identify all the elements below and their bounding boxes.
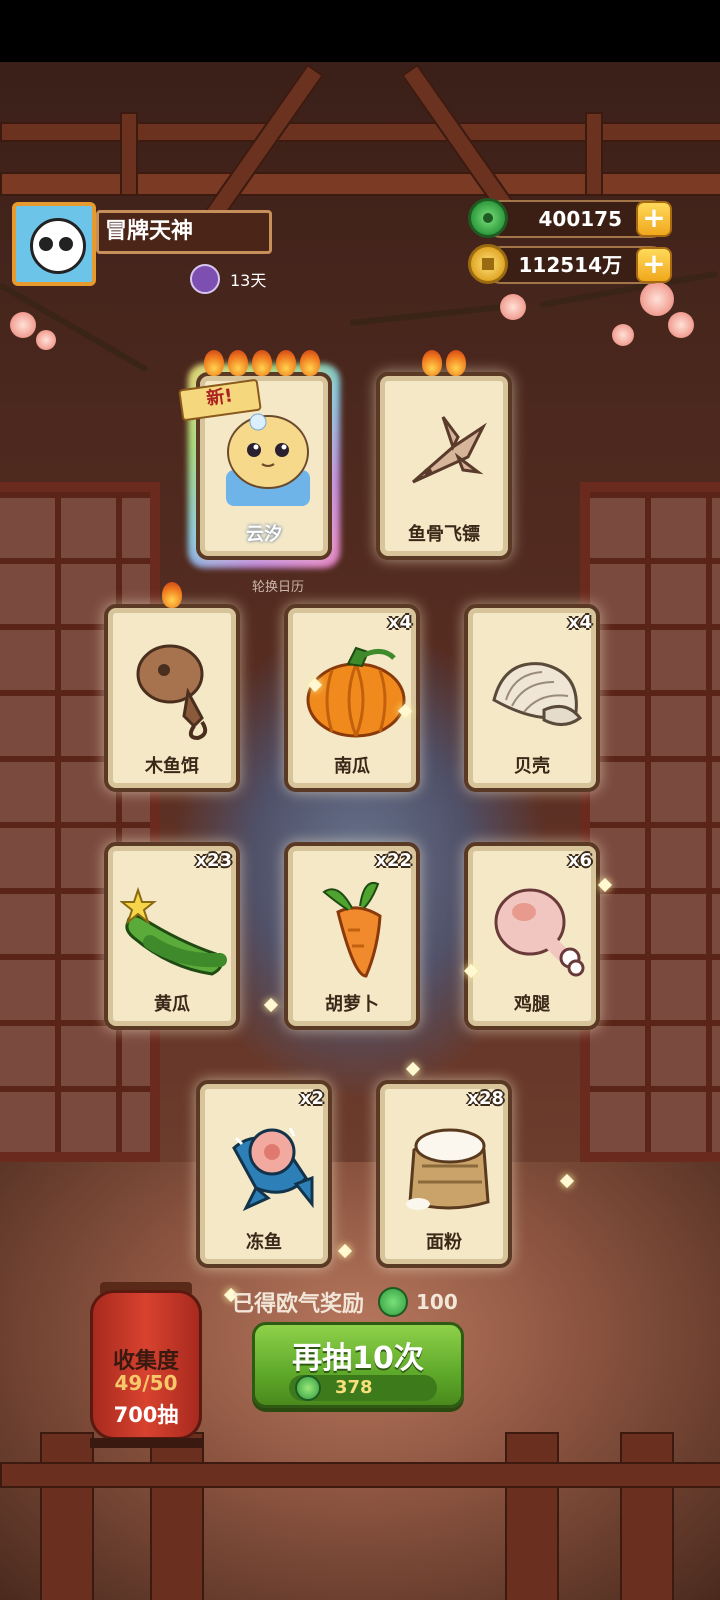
coin-icon (468, 244, 508, 284)
card-label: 南瓜 (334, 756, 370, 777)
flame-icon (252, 350, 272, 376)
card-fishbone-dart[interactable]: 鱼骨飞镖 (376, 350, 512, 560)
roof-strut (120, 112, 138, 196)
wooden-fish-bait-icon (136, 644, 208, 741)
flame-icon (162, 582, 182, 608)
card-pumpkin[interactable]: x4 南瓜 (284, 604, 420, 792)
card-label: 冻鱼 (246, 1232, 282, 1253)
card-count: x22 (375, 850, 412, 871)
lantern-stand (90, 1438, 202, 1448)
player-name: 冒牌天神 (96, 210, 272, 254)
collection-draws: 700抽 (113, 1403, 179, 1427)
card-wooden-fish-bait[interactable]: 木鱼饵 (104, 582, 240, 792)
blossom (10, 312, 36, 338)
login-days: 13天 (190, 264, 266, 294)
avatar-eye (59, 237, 73, 251)
card-count: x4 (567, 612, 592, 633)
days-text: 13天 (230, 271, 267, 290)
card-label: 黄瓜 (154, 994, 190, 1015)
reward-amount: 100 (416, 1290, 458, 1314)
card-count: x2 (299, 1088, 324, 1109)
chicken-leg-icon (494, 888, 585, 977)
flame-icon (422, 350, 442, 376)
card-carrot[interactable]: x22 胡萝卜 (284, 842, 420, 1030)
card-label: 云汐 (246, 524, 282, 545)
pumpkin-icon (306, 646, 406, 738)
avatar-face (30, 218, 86, 274)
blossom (36, 330, 56, 350)
collection-progress: 49/50 (114, 1371, 178, 1395)
cat-character-icon (226, 413, 310, 506)
blossom (500, 294, 526, 320)
avatar[interactable] (12, 202, 96, 286)
railing-bar (0, 1462, 720, 1488)
card-shell[interactable]: x4 贝壳 (464, 604, 600, 792)
railing-post (620, 1432, 674, 1600)
frozen-fish-icon (232, 1127, 314, 1212)
card-count: x23 (195, 850, 232, 871)
card-count: x28 (467, 1088, 504, 1109)
blossom (640, 282, 674, 316)
draw-button-label: 再抽10次 (292, 1341, 424, 1376)
card-count: x4 (387, 612, 412, 633)
flame-icon (204, 350, 224, 376)
jade-icon (468, 198, 508, 238)
roof-beam (0, 172, 720, 196)
card-flour[interactable]: x28 面粉 (376, 1080, 512, 1268)
card-cucumber[interactable]: x23 黄瓜 (104, 842, 240, 1030)
rotation-calendar-label: 轮换日历 (251, 580, 304, 595)
flour-sack-icon (406, 1128, 490, 1210)
roof-beam (0, 122, 720, 142)
flame-icon (228, 350, 248, 376)
railing-post (150, 1432, 204, 1600)
collection-lantern[interactable]: 收集度 49/50 700抽 (90, 1290, 202, 1440)
railing-post (40, 1432, 94, 1600)
reward-label: 已得欧气奖励 (232, 1292, 365, 1317)
card-yunxi[interactable]: 新! 云汐 (178, 350, 340, 568)
draw-cost: 378 (335, 1377, 373, 1398)
fishbone-dart-icon (412, 416, 487, 484)
roof-strut (585, 112, 603, 196)
card-chicken-leg[interactable]: x6 鸡腿 (464, 842, 600, 1030)
blossom (668, 312, 694, 338)
reward-line: 已得欧气奖励 100 (232, 1286, 458, 1318)
cucumber-icon (120, 886, 227, 976)
card-label: 面粉 (426, 1232, 462, 1253)
card-count: x6 (567, 850, 592, 871)
card-label: 鱼骨飞镖 (408, 524, 480, 545)
carrot-icon (322, 882, 382, 978)
avatar-eye (39, 237, 53, 251)
flame-icon (276, 350, 296, 376)
railing-post (505, 1432, 559, 1600)
card-label: 木鱼饵 (145, 756, 199, 777)
status-bar (0, 0, 720, 62)
draw-ten-button[interactable]: 再抽10次 378 (252, 1322, 464, 1408)
add-coins-button[interactable]: + (636, 247, 672, 283)
blossom (612, 324, 634, 346)
flame-icon (300, 350, 320, 376)
card-label: 鸡腿 (514, 994, 550, 1015)
card-label: 胡萝卜 (325, 994, 379, 1015)
flame-icon (446, 350, 466, 376)
roof-strut (196, 63, 324, 235)
jade-icon (295, 1375, 321, 1401)
add-jade-button[interactable]: + (636, 201, 672, 237)
calendar-avatar-icon (190, 264, 220, 294)
branch (349, 303, 510, 326)
window-left (0, 482, 160, 1162)
jade-icon (378, 1287, 409, 1317)
card-label: 贝壳 (514, 756, 550, 777)
shell-icon (492, 662, 583, 726)
window-right (580, 482, 720, 1162)
card-frozen-fish[interactable]: x2 冻鱼 (196, 1080, 332, 1268)
